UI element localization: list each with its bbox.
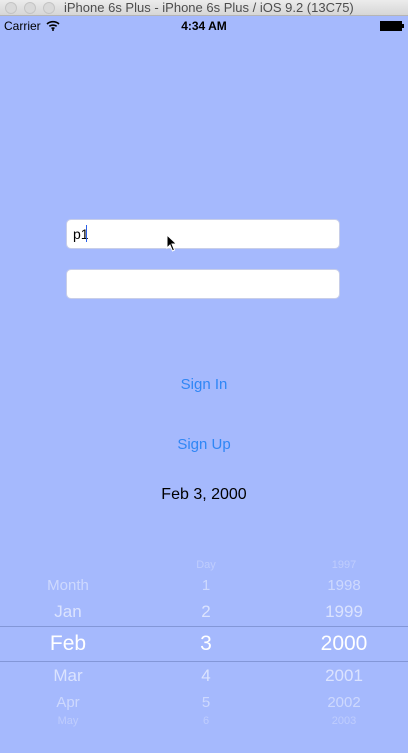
window-minimize-button[interactable] [24, 2, 36, 14]
year-wheel-item[interactable]: 1997 [292, 559, 396, 571]
day-wheel-item[interactable]: Day [156, 559, 256, 571]
window-close-button[interactable] [5, 2, 17, 14]
password-field[interactable] [66, 269, 340, 299]
sign-up-button[interactable]: Sign Up [0, 436, 408, 453]
status-bar: Carrier 4:34 AM [0, 16, 408, 36]
password-input[interactable] [67, 270, 339, 298]
month-wheel-item[interactable]: Jan [16, 602, 120, 622]
month-wheel[interactable]: Month Jan Feb Mar Apr May [16, 548, 120, 753]
year-wheel-item[interactable]: 2003 [292, 715, 396, 727]
sign-in-button[interactable]: Sign In [0, 376, 408, 393]
month-wheel-item[interactable]: Mar [16, 666, 120, 686]
text-cursor [86, 225, 87, 242]
date-picker[interactable]: Month Jan Feb Mar Apr May Day 1 2 3 4 5 6 1997 1998 1… [0, 548, 408, 753]
day-wheel-item[interactable]: 1 [156, 577, 256, 594]
year-wheel-item[interactable]: 2001 [292, 666, 396, 686]
status-time: 4:34 AM [181, 19, 227, 33]
year-wheel-item[interactable]: 2002 [292, 694, 396, 711]
year-wheel[interactable]: 1997 1998 1999 2000 2001 2002 2003 [292, 548, 396, 753]
window-title: iPhone 6s Plus - iPhone 6s Plus / iOS 9.… [64, 0, 354, 15]
year-wheel-item[interactable]: 1998 [292, 577, 396, 594]
window-title-bar: iPhone 6s Plus - iPhone 6s Plus / iOS 9.… [0, 0, 408, 16]
window-zoom-button[interactable] [43, 2, 55, 14]
day-wheel-item[interactable]: 4 [156, 666, 256, 686]
year-wheel-item[interactable]: 1999 [292, 602, 396, 622]
day-wheel-item[interactable]: 2 [156, 602, 256, 622]
day-wheel[interactable]: Day 1 2 3 4 5 6 [156, 548, 256, 753]
month-wheel-item[interactable]: Apr [16, 694, 120, 711]
month-wheel-item[interactable]: May [16, 715, 120, 727]
selected-date-label: Feb 3, 2000 [161, 486, 247, 503]
battery-icon [380, 21, 404, 31]
username-field[interactable] [66, 219, 340, 249]
month-wheel-item[interactable]: Feb [16, 632, 120, 656]
year-wheel-item[interactable]: 2000 [292, 632, 396, 656]
day-wheel-item[interactable]: 3 [156, 632, 256, 656]
month-wheel-item[interactable]: Month [16, 577, 120, 594]
day-wheel-item[interactable]: 6 [156, 715, 256, 727]
mouse-pointer-icon [166, 234, 178, 252]
day-wheel-item[interactable]: 5 [156, 694, 256, 711]
username-input[interactable] [67, 220, 339, 248]
